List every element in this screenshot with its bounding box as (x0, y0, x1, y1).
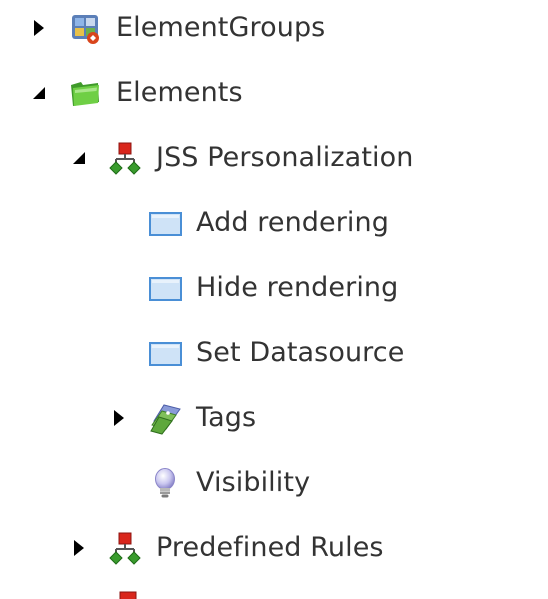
tree-node-label: Add rendering (196, 207, 389, 238)
tree-node-label: ElementGroups (116, 12, 326, 43)
window-icon (148, 271, 182, 305)
tree-node-set-datasource[interactable]: Set Datasource (112, 333, 404, 373)
expand-arrow-icon[interactable] (72, 538, 86, 558)
tree-node-jss-personalization[interactable]: JSS Personalization (72, 138, 413, 178)
tree-node-visibility[interactable]: Visibility (112, 463, 310, 503)
collapse-arrow-icon[interactable] (32, 83, 46, 103)
tree-node-element-groups[interactable]: ElementGroups (32, 8, 325, 48)
hierarchy-icon (108, 141, 142, 175)
tree-node-label: Hide rendering (196, 272, 399, 303)
tags-icon (148, 401, 182, 435)
tree-node-label: Tags (196, 402, 257, 433)
tree-node-predefined-rules[interactable]: Predefined Rules (72, 528, 384, 568)
tree-node-partial[interactable] (118, 591, 140, 599)
window-icon (148, 336, 182, 370)
tree-node-label: JSS Personalization (156, 142, 414, 173)
content-tree: ElementGroups Elements JSS Personalizati… (0, 0, 548, 599)
element-groups-icon (68, 11, 102, 45)
hierarchy-icon (108, 531, 142, 565)
tree-node-add-rendering[interactable]: Add rendering (112, 203, 389, 243)
lightbulb-icon (148, 466, 182, 500)
window-icon (148, 206, 182, 240)
collapse-arrow-icon[interactable] (72, 148, 86, 168)
tree-node-hide-rendering[interactable]: Hide rendering (112, 268, 398, 308)
tree-node-label: Predefined Rules (156, 532, 384, 563)
tree-node-tags[interactable]: Tags (112, 398, 256, 438)
expand-arrow-icon[interactable] (32, 18, 46, 38)
tree-node-elements[interactable]: Elements (32, 73, 243, 113)
tree-node-label: Visibility (196, 467, 311, 498)
green-folder-icon (68, 76, 102, 110)
tree-node-label: Elements (116, 77, 243, 108)
tree-node-label: Set Datasource (196, 337, 405, 368)
expand-arrow-icon[interactable] (112, 408, 126, 428)
